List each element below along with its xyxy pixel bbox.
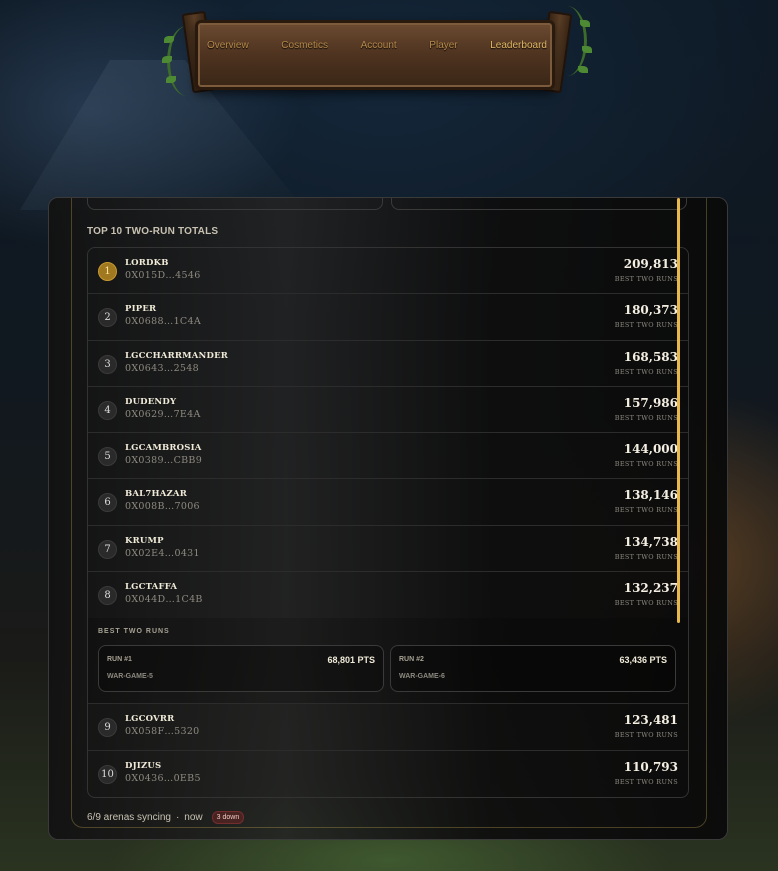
run-card-2: RUN #2 63,436 PTS WAR-GAME-6 [390,645,676,693]
leaderboard-row[interactable]: 6 BAL7HAZAR 0X008B…7006 138,146 BEST TWO RUN… [88,479,688,526]
player-name: LGCTAFFA [125,582,178,593]
player-score: 168,583 [623,349,678,364]
player-name: LGCAMBROSIA [125,443,202,454]
nav-menu: Overview Cosmetics Account Player Leader… [207,40,547,51]
rank-badge: 10 [98,764,117,784]
nav-item-overview[interactable]: Overview [207,40,249,51]
player-address: 0X0688…1C4A [125,316,202,328]
stat-card-stub-left [87,198,383,210]
leaderboard-row[interactable]: 2 PIPER 0X0688…1C4A 180,373 BEST TWO RUNS [88,294,688,341]
sync-status: 6/9 arenas syncing · now 3 down [87,811,245,824]
player-name: DJIZUS [125,760,162,771]
run-points: 68,801 PTS [327,655,375,666]
leaderboard-panel: TOP 10 TWO-RUN TOTALS 1 LORDKB 0X015D…4546… [48,197,728,840]
leaderboard-row[interactable]: 3 LGCCHARRMANDER 0X0643…2548 168,583 BEST TW… [88,341,688,387]
expanded-run-details: BEST TWO RUNS RUN #1 68,801 PTS WAR-GAME… [88,618,688,705]
leaderboard-list: 1 LORDKB 0X015D…4546 209,813 BEST TWO RUNS 2 P… [87,247,689,798]
leaderboard-row[interactable]: 8 LGCTAFFA 0X044D…1C4B 132,237 BEST TWO RUNS [88,572,688,618]
down-badge: 3 down [211,811,245,824]
player-address: 0X0389…CBB9 [125,455,203,467]
player-address: 0X008B…7006 [125,501,200,513]
score-caption: BEST TWO RUNS [614,599,678,608]
player-name: LORDKB [125,258,169,268]
expanded-title: BEST TWO RUNS [98,628,170,636]
leaderboard-row[interactable]: 5 LGCAMBROSIA 0X0389…CBB9 144,000 BEST TWO R… [88,433,688,480]
run-game: WAR-GAME-6 [399,673,445,681]
player-address: 0X02E4…0431 [125,547,200,559]
rank-badge: 5 [98,447,117,467]
player-address: 0X0629…7E4A [125,408,201,420]
player-score: 110,793 [623,759,678,774]
player-score: 144,000 [623,442,678,457]
player-score: 132,237 [623,581,678,596]
rank-badge: 4 [98,400,117,420]
player-address: 0X0436…0EB5 [125,772,201,784]
rank-badge: 8 [98,586,117,606]
player-score: 134,738 [623,534,678,549]
leaderboard-row[interactable]: 4 DUDENDY 0X0629…7E4A 157,986 BEST TWO RUNS [88,387,688,434]
player-name: DUDENDY [125,396,177,407]
player-score: 157,986 [623,395,678,410]
player-score: 180,373 [623,303,678,318]
run-game: WAR-GAME-5 [107,673,153,681]
nav-item-player[interactable]: Player [429,40,457,51]
score-caption: BEST TWO RUNS [614,367,678,376]
leaderboard-row[interactable]: 10 DJIZUS 0X0436…0EB5 110,793 BEST TWO RUNS [88,751,688,797]
rank-badge: 2 [98,308,117,328]
stat-card-stub-right [391,198,687,210]
score-caption: BEST TWO RUNS [614,731,678,740]
score-caption: BEST TWO RUNS [614,321,678,330]
score-caption: BEST TWO RUNS [614,275,678,283]
run-label: RUN #1 [107,656,132,664]
player-name: BAL7HAZAR [125,489,187,500]
run-label: RUN #2 [399,656,424,664]
player-address: 0X015D…4546 [125,270,201,281]
player-score: 138,146 [623,488,678,503]
nav-board [195,20,555,90]
run-points: 63,436 PTS [619,655,667,666]
player-address: 0X058F…5320 [125,726,200,738]
score-caption: BEST TWO RUNS [614,460,678,469]
leaderboard-row[interactable]: 1 LORDKB 0X015D…4546 209,813 BEST TWO RUNS [88,248,688,295]
rank-badge: 3 [98,354,117,374]
scrollbar-thumb[interactable] [677,198,680,623]
sync-text: 6/9 arenas syncing [87,812,171,823]
leaderboard-row[interactable]: 7 KRUMP 0X02E4…0431 134,738 BEST TWO RUNS [88,526,688,573]
run-card-1: RUN #1 68,801 PTS WAR-GAME-5 [98,645,384,693]
score-caption: BEST TWO RUNS [614,506,678,515]
score-caption: BEST TWO RUNS [614,552,678,561]
player-name: LGCOVRR [125,714,175,725]
player-address: 0X044D…1C4B [125,594,203,606]
player-name: PIPER [125,304,157,315]
nav-item-account[interactable]: Account [361,40,397,51]
separator: · [175,812,180,823]
nav-item-cosmetics[interactable]: Cosmetics [281,40,328,51]
leaderboard-row[interactable]: 9 LGCOVRR 0X058F…5320 123,481 BEST TWO RUNS [88,704,688,751]
player-score: 209,813 [623,257,678,271]
player-name: KRUMP [125,535,164,546]
player-score: 123,481 [623,713,678,728]
section-title: TOP 10 TWO-RUN TOTALS [87,226,219,237]
score-caption: BEST TWO RUNS [614,413,678,422]
nav-item-leaderboard[interactable]: Leaderboard [490,40,547,51]
sync-time: now [184,812,203,823]
player-address: 0X0643…2548 [125,362,199,374]
rank-badge: 6 [98,493,117,513]
score-caption: BEST TWO RUNS [614,777,678,786]
rank-badge: 7 [98,539,117,559]
rank-badge: 1 [98,262,117,281]
rank-badge: 9 [98,718,117,738]
player-name: LGCCHARRMANDER [125,350,229,361]
wooden-nav-sign: Overview Cosmetics Account Player Leader… [162,6,592,126]
